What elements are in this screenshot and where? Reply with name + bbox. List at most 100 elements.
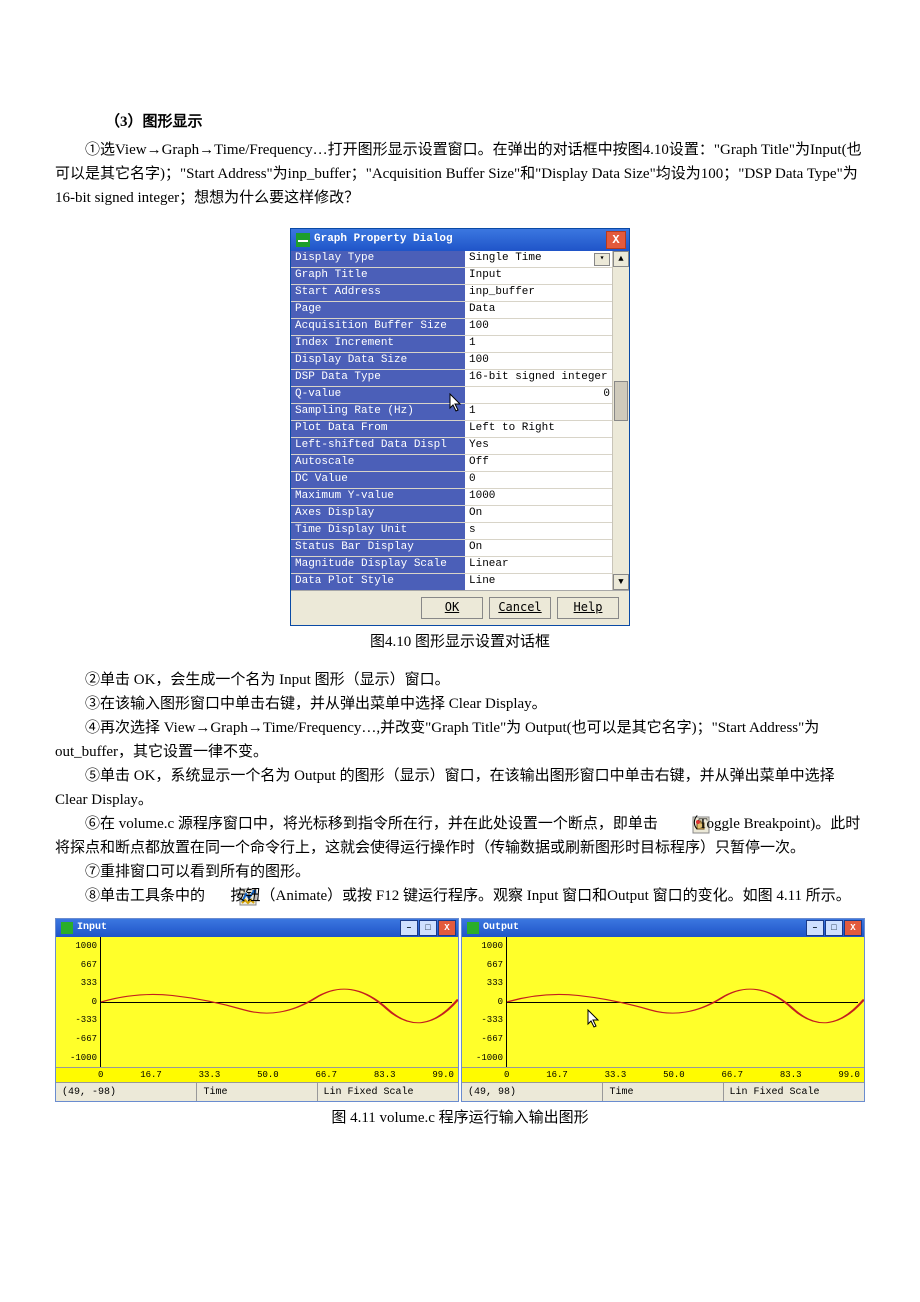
property-row[interactable]: Display TypeSingle Time▾ — [291, 251, 612, 268]
property-row[interactable]: Time Display Units — [291, 523, 612, 540]
property-row[interactable]: Left-shifted Data DisplYes — [291, 438, 612, 455]
paragraph-7: ⑦重排窗口可以看到所有的图形。 — [55, 860, 865, 884]
ok-button[interactable]: OK — [421, 597, 483, 619]
close-icon[interactable]: X — [606, 231, 626, 249]
property-row[interactable]: Start Addressinp_buffer — [291, 285, 612, 302]
property-row[interactable]: DSP Data Type16-bit signed integer — [291, 370, 612, 387]
property-key: Status Bar Display — [291, 540, 465, 556]
close-icon[interactable]: X — [438, 920, 456, 936]
property-value[interactable]: 1000 — [465, 488, 612, 506]
property-value[interactable]: 0 — [465, 386, 612, 404]
status-scale: Lin Fixed Scale — [724, 1083, 864, 1101]
x-tick-label: 99.0 — [838, 1068, 860, 1082]
property-row[interactable]: Status Bar DisplayOn — [291, 540, 612, 557]
x-tick-label: 33.3 — [199, 1068, 221, 1082]
input-plot-area: 10006673330-333-667-1000 — [56, 937, 458, 1067]
property-key: Maximum Y-value — [291, 489, 465, 505]
y-tick-label: 667 — [465, 958, 503, 972]
maximize-icon[interactable]: □ — [825, 920, 843, 936]
paragraph-6: ⑥在 volume.c 源程序窗口中，将光标移到指令所在行，并在此处设置一个断点… — [55, 812, 865, 860]
property-key: Display Type — [291, 251, 465, 267]
animate-run-icon — [209, 888, 227, 906]
y-tick-label: 0 — [465, 995, 503, 1009]
property-row[interactable]: Data Plot StyleLine — [291, 574, 612, 590]
dialog-titlebar[interactable]: Graph Property Dialog X — [291, 229, 629, 251]
property-row[interactable]: Acquisition Buffer Size100 — [291, 319, 612, 336]
property-value[interactable]: On — [465, 539, 612, 557]
x-tick-label: 99.0 — [432, 1068, 454, 1082]
property-value[interactable]: 1 — [465, 335, 612, 353]
property-value[interactable]: 100 — [465, 352, 612, 370]
breakpoint-hand-icon — [662, 816, 680, 834]
property-key: Time Display Unit — [291, 523, 465, 539]
property-value[interactable]: Yes — [465, 437, 612, 455]
property-value[interactable]: s — [465, 522, 612, 540]
paragraph-5: ⑤单击 OK，系统显示一个名为 Output 的图形（显示）窗口，在该输出图形窗… — [55, 764, 865, 812]
property-row[interactable]: PageData — [291, 302, 612, 319]
property-value[interactable]: Linear — [465, 556, 612, 574]
property-value[interactable]: On — [465, 505, 612, 523]
graph-titlebar-input[interactable]: Input – □ X — [56, 919, 458, 937]
property-key: Autoscale — [291, 455, 465, 471]
property-value[interactable]: Input — [465, 267, 612, 285]
x-tick-label: 83.3 — [374, 1068, 396, 1082]
section-heading: （3）图形显示 — [105, 110, 865, 134]
property-value[interactable]: 0 — [465, 471, 612, 489]
property-value[interactable]: inp_buffer — [465, 284, 612, 302]
property-row[interactable]: Graph TitleInput — [291, 268, 612, 285]
property-value[interactable]: 16-bit signed integer — [465, 369, 612, 387]
property-key: DC Value — [291, 472, 465, 488]
dialog-footer: OK Cancel Help — [291, 591, 629, 625]
property-value[interactable]: Left to Right — [465, 420, 612, 438]
chart-icon — [61, 922, 73, 934]
y-tick-label: -333 — [465, 1013, 503, 1027]
property-key: Graph Title — [291, 268, 465, 284]
help-button[interactable]: Help — [557, 597, 619, 619]
y-tick-label: 1000 — [59, 939, 97, 953]
x-tick-label: 66.7 — [315, 1068, 337, 1082]
property-value[interactable]: Line — [465, 573, 612, 591]
paragraph-8: ⑧单击工具条中的 按钮（Animate）或按 F12 键运行程序。观察 Inpu… — [55, 884, 865, 908]
x-tick-label: 16.7 — [546, 1068, 568, 1082]
property-row[interactable]: DC Value0 — [291, 472, 612, 489]
dialog-scrollbar[interactable]: ▲ ▼ — [612, 251, 629, 590]
property-row[interactable]: Display Data Size100 — [291, 353, 612, 370]
cancel-button[interactable]: Cancel — [489, 597, 551, 619]
property-key: Axes Display — [291, 506, 465, 522]
property-row[interactable]: Plot Data FromLeft to Right — [291, 421, 612, 438]
maximize-icon[interactable]: □ — [419, 920, 437, 936]
scroll-down-icon[interactable]: ▼ — [613, 574, 629, 590]
y-tick-label: 333 — [465, 976, 503, 990]
close-icon[interactable]: X — [844, 920, 862, 936]
scroll-thumb[interactable] — [614, 381, 628, 421]
output-plot-area: 10006673330-333-667-1000 — [462, 937, 864, 1067]
property-row[interactable]: Maximum Y-value1000 — [291, 489, 612, 506]
x-tick-label: 50.0 — [663, 1068, 685, 1082]
property-key: Sampling Rate (Hz) — [291, 404, 465, 420]
paragraph-2: ②单击 OK，会生成一个名为 Input 图形（显示）窗口。 — [55, 668, 865, 692]
minimize-icon[interactable]: – — [400, 920, 418, 936]
property-row[interactable]: Q-value0 — [291, 387, 612, 404]
scroll-up-icon[interactable]: ▲ — [613, 251, 629, 267]
output-graph-window: Output – □ X 10006673330-333-667-1000 — [461, 918, 865, 1102]
minimize-icon[interactable]: – — [806, 920, 824, 936]
property-row[interactable]: Index Increment1 — [291, 336, 612, 353]
chart-icon — [467, 922, 479, 934]
property-row[interactable]: Axes DisplayOn — [291, 506, 612, 523]
property-key: Index Increment — [291, 336, 465, 352]
property-value[interactable]: Off — [465, 454, 612, 472]
property-row[interactable]: AutoscaleOff — [291, 455, 612, 472]
property-value[interactable]: Single Time▾ — [465, 250, 612, 268]
x-tick-label: 50.0 — [257, 1068, 279, 1082]
x-tick-label: 66.7 — [721, 1068, 743, 1082]
property-row[interactable]: Magnitude Display ScaleLinear — [291, 557, 612, 574]
property-value[interactable]: 100 — [465, 318, 612, 336]
y-tick-label: -333 — [59, 1013, 97, 1027]
property-value[interactable]: 1 — [465, 403, 612, 421]
dropdown-icon[interactable]: ▾ — [594, 253, 610, 266]
property-key: DSP Data Type — [291, 370, 465, 386]
status-scale: Lin Fixed Scale — [318, 1083, 458, 1101]
graph-titlebar-output[interactable]: Output – □ X — [462, 919, 864, 937]
property-value[interactable]: Data — [465, 301, 612, 319]
dialog-title: Graph Property Dialog — [314, 231, 453, 249]
